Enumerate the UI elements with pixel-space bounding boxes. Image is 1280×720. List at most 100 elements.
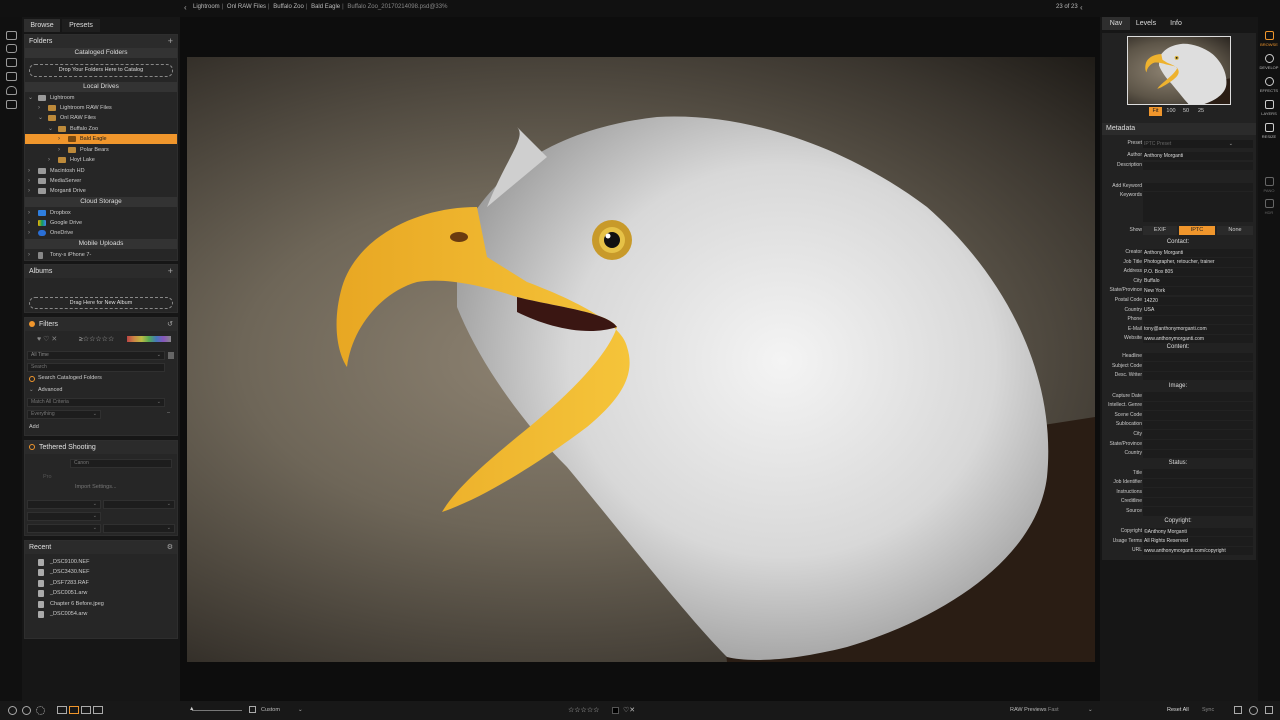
metadata-field-value[interactable]: USA xyxy=(1143,306,1253,315)
main-photo[interactable] xyxy=(187,57,1095,662)
metadata-field-value[interactable]: All Rights Reserved xyxy=(1143,537,1253,546)
metadata-field-value[interactable] xyxy=(1143,371,1253,381)
recent-item[interactable]: _DSC0054.arw xyxy=(25,609,177,619)
recent-item[interactable]: _DSF7283.RAF xyxy=(25,578,177,588)
metadata-field-value[interactable]: P.O. Box 805 xyxy=(1143,267,1253,277)
match-criteria-dropdown[interactable]: Match All Criteria ⌄ xyxy=(27,398,165,407)
color-label-swatch[interactable] xyxy=(612,707,619,714)
tether-dropdown-2[interactable]: ⌄ xyxy=(103,500,175,509)
zoom-50-button[interactable]: 50 xyxy=(1179,107,1193,116)
show-exif-button[interactable]: EXIF xyxy=(1143,226,1177,235)
add-album-icon[interactable]: + xyxy=(168,265,173,278)
tab-levels[interactable]: Levels xyxy=(1132,17,1160,30)
metadata-field-value[interactable] xyxy=(1143,507,1253,516)
compare-view-icon[interactable] xyxy=(93,706,103,714)
metadata-field-value[interactable]: ©Anthony Morganti xyxy=(1143,527,1253,536)
metadata-field-value[interactable]: Anthony Morganti xyxy=(1143,248,1253,257)
settings-gear-icon[interactable] xyxy=(36,706,45,715)
tree-item-buffalo-zoo[interactable]: ⌄ Buffalo Zoo xyxy=(25,124,177,134)
metadata-field-value[interactable] xyxy=(1143,362,1253,371)
info-icon[interactable] xyxy=(22,706,31,715)
add-criteria-button[interactable]: Add xyxy=(29,424,39,430)
zoom-25-button[interactable]: 25 xyxy=(1194,107,1208,116)
slider-handle[interactable]: ▲ xyxy=(189,706,194,712)
tethered-header[interactable]: Tethered Shooting xyxy=(25,441,177,454)
tethered-toggle[interactable] xyxy=(29,444,35,450)
tree-item-dropbox[interactable]: › Dropbox xyxy=(25,208,177,218)
metadata-field-value[interactable] xyxy=(1143,315,1253,325)
detail-view-icon[interactable] xyxy=(69,706,79,714)
metadata-field-value[interactable] xyxy=(1143,420,1253,430)
preset-dropdown[interactable]: IPTC Preset ⌄ xyxy=(1143,139,1253,148)
drive-icon[interactable] xyxy=(6,72,17,81)
metadata-field-value[interactable] xyxy=(1143,469,1253,478)
module-hdr[interactable]: HDR xyxy=(1258,199,1280,215)
rating-stars[interactable]: ☆☆☆☆☆ xyxy=(568,706,599,714)
filters-header[interactable]: Filters ↺ xyxy=(25,318,177,331)
metadata-field-value[interactable]: New York xyxy=(1143,286,1253,296)
metadata-field-value[interactable] xyxy=(1143,392,1253,401)
filmstrip-view-icon[interactable] xyxy=(81,706,91,714)
time-filter-dropdown[interactable]: All Time ⌄ xyxy=(27,351,165,360)
module-layers[interactable]: LAYERS xyxy=(1258,100,1280,116)
panel-toggle-icon[interactable] xyxy=(1265,706,1273,714)
metadata-field-value[interactable]: 14220 xyxy=(1143,296,1253,305)
tab-info[interactable]: Info xyxy=(1162,17,1190,30)
metadata-field-value[interactable] xyxy=(1143,478,1253,488)
sync-button[interactable]: Sync xyxy=(1202,707,1214,713)
camera-select[interactable]: Canon xyxy=(70,459,172,468)
recent-header[interactable]: Recent ⚙ xyxy=(25,541,177,554)
show-iptc-button[interactable]: IPTC xyxy=(1179,226,1215,235)
rating-filter[interactable]: ≥☆☆☆☆☆ xyxy=(79,335,114,343)
metadata-field-value[interactable] xyxy=(1143,497,1253,507)
tree-item-morganti-drive[interactable]: › Morganti Drive xyxy=(25,186,177,196)
recent-item[interactable]: _DSC0051.arw xyxy=(25,588,177,598)
prev-image-chevron-icon[interactable]: ‹ xyxy=(1080,3,1083,12)
recent-item[interactable]: _DSC3430.NEF xyxy=(25,567,177,577)
raw-previews-chevron-icon[interactable]: ⌄ xyxy=(1088,707,1093,713)
filters-enabled-icon[interactable] xyxy=(29,321,35,327)
metadata-header[interactable]: Metadata xyxy=(1102,123,1256,135)
tree-item-lightroom-raw[interactable]: › Lightroom RAW Files xyxy=(25,103,177,113)
album-drop-zone[interactable]: Drag Here for New Album xyxy=(29,297,173,309)
tether-dropdown-5[interactable]: ⌄ xyxy=(103,524,175,533)
tree-item-iphone[interactable]: › Tony-s iPhone 7- xyxy=(25,250,177,260)
tree-item-polar-bears[interactable]: › Polar Bears xyxy=(25,145,177,155)
calendar-icon[interactable] xyxy=(168,352,174,359)
metadata-field-value[interactable] xyxy=(1143,182,1253,191)
metadata-field-value[interactable]: Buffalo xyxy=(1143,277,1253,286)
sort-chevron-icon[interactable]: ⌄ xyxy=(298,707,303,713)
crumb-bald-eagle[interactable]: Bald Eagle xyxy=(311,4,340,10)
back-chevron-icon[interactable]: ‹ xyxy=(184,3,187,12)
module-browse[interactable]: BROWSE xyxy=(1258,31,1280,47)
catalog-drop-zone[interactable]: Drop Your Folders Here to Catalog xyxy=(29,64,173,77)
metadata-field-value[interactable] xyxy=(1143,440,1253,449)
add-folder-icon[interactable]: + xyxy=(168,35,173,48)
navigator-thumbnail[interactable] xyxy=(1127,36,1231,105)
albums-header[interactable]: Albums + xyxy=(25,265,177,278)
import-settings-button[interactable]: Import Settings... xyxy=(75,484,117,490)
folder-icon[interactable] xyxy=(6,58,17,67)
compare-icon[interactable] xyxy=(1234,706,1242,714)
tree-item-hoyt-lake[interactable]: › Hoyt Lake xyxy=(25,155,177,165)
albums-icon[interactable] xyxy=(6,100,17,109)
crumb-onl-raw-files[interactable]: Onl RAW Files xyxy=(227,4,266,10)
metadata-field-value[interactable]: www.anthonymorganti.com xyxy=(1143,334,1253,344)
remove-criteria-icon[interactable]: – xyxy=(167,410,170,416)
tree-item-onedrive[interactable]: › OneDrive xyxy=(25,228,177,238)
metadata-field-value[interactable] xyxy=(1143,352,1253,361)
tree-item-google-drive[interactable]: › Google Drive xyxy=(25,218,177,228)
show-none-button[interactable]: None xyxy=(1217,226,1253,235)
grid-view-icon[interactable] xyxy=(57,706,67,714)
camera-icon[interactable] xyxy=(6,44,17,53)
module-effects[interactable]: EFFECTS xyxy=(1258,77,1280,93)
help-icon[interactable] xyxy=(8,706,17,715)
metadata-field-value[interactable] xyxy=(1143,449,1253,459)
advanced-toggle[interactable]: Advanced xyxy=(38,387,62,393)
reset-filters-icon[interactable]: ↺ xyxy=(167,318,173,331)
metadata-field-value[interactable]: tony@anthonymorganti.com xyxy=(1143,325,1253,334)
tree-item-onl-raw[interactable]: ⌄ Onl RAW Files xyxy=(25,113,177,123)
module-pano[interactable]: PANO xyxy=(1258,177,1280,193)
crumb-lightroom[interactable]: Lightroom xyxy=(193,4,220,10)
metadata-field-value[interactable] xyxy=(1143,411,1253,420)
